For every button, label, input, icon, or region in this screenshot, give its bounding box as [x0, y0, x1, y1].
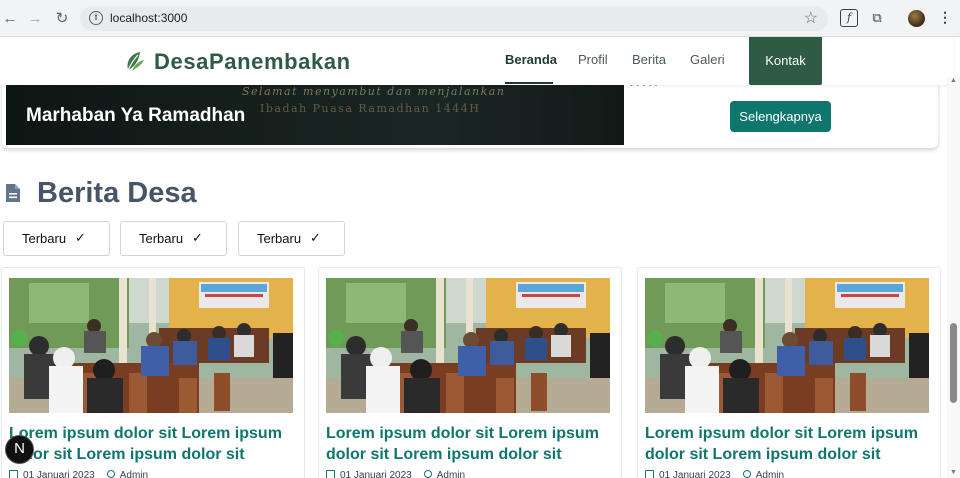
news-meta: 01 Januari 2023 Admin [645, 470, 784, 478]
web-page: Selamat menyambut dan menjalankan Ibadah… [0, 37, 960, 478]
back-arrow-icon[interactable]: ← [0, 9, 20, 29]
news-date: 01 Januari 2023 [659, 470, 731, 478]
news-image[interactable] [645, 278, 929, 413]
section-title: Berita Desa [37, 177, 197, 209]
calendar-icon [9, 470, 18, 478]
check-icon: ✓ [75, 230, 86, 245]
filter-label: Terbaru [257, 231, 302, 246]
filter-label: Terbaru [139, 231, 184, 246]
hero-greeting-line2: Ibadah Puasa Ramadhan 1444H [260, 102, 481, 115]
filter-dropdown-3[interactable]: Terbaru ✓ [238, 221, 345, 256]
filter-label: Terbaru [22, 231, 67, 246]
brand-name: DesaPanembakan [154, 49, 351, 74]
reload-icon[interactable]: ↻ [52, 9, 72, 29]
user-icon [423, 470, 432, 478]
filter-dropdown-2[interactable]: Terbaru ✓ [120, 221, 227, 256]
address-bar[interactable]: i localhost:3000 ☆ [80, 6, 828, 31]
news-date: 01 Januari 2023 [23, 470, 95, 478]
scrollbar-thumb[interactable] [950, 323, 957, 403]
nextjs-dev-badge[interactable]: N [5, 435, 34, 464]
hero-title: Marhaban Ya Ramadhan [26, 105, 246, 126]
news-title[interactable]: Lorem ipsum dolor sit Lorem ipsum dolor … [645, 423, 937, 465]
news-image[interactable] [326, 278, 610, 413]
news-author: Admin [119, 470, 149, 478]
news-title[interactable]: Lorem ipsum dolor sit Lorem ipsum dolor … [326, 423, 618, 465]
check-icon: ✓ [192, 230, 203, 245]
news-meta: 01 Januari 2023 Admin [326, 470, 465, 478]
document-icon [6, 184, 20, 202]
scroll-down-icon[interactable]: ▼ [950, 469, 957, 476]
news-date: 01 Januari 2023 [340, 470, 412, 478]
user-icon [742, 470, 751, 478]
profile-avatar[interactable] [908, 10, 925, 27]
calendar-icon [645, 470, 654, 478]
news-image[interactable] [9, 278, 293, 413]
news-author: Admin [436, 470, 466, 478]
fx-extension-icon[interactable]: f [840, 9, 858, 27]
filter-dropdown-1[interactable]: Terbaru ✓ [3, 221, 110, 256]
page-scrollbar[interactable]: ▲ ▼ [947, 77, 960, 478]
check-icon: ✓ [310, 230, 321, 245]
nav-profil[interactable]: Profil [578, 52, 608, 67]
extensions-puzzle-icon[interactable]: ⧉ [868, 9, 886, 27]
calendar-icon [326, 470, 335, 478]
read-more-button[interactable]: Selengkapnya [730, 101, 831, 132]
news-card[interactable]: Lorem ipsum dolor sit Lorem ipsum dolor … [637, 267, 941, 478]
contact-button[interactable]: Kontak [749, 37, 822, 85]
browser-toolbar: ← → ↻ i localhost:3000 ☆ f ⧉ ⋮ [0, 0, 960, 37]
news-card[interactable]: Lorem ipsum dolor sit Lorem ipsum dolor … [1, 267, 305, 478]
news-title[interactable]: Lorem ipsum dolor sit Lorem ipsum dolor … [9, 423, 301, 465]
url-text[interactable]: localhost:3000 [110, 11, 187, 25]
news-card[interactable]: Lorem ipsum dolor sit Lorem ipsum dolor … [318, 267, 622, 478]
user-icon [106, 470, 115, 478]
leaf-logo-icon [127, 52, 144, 71]
site-header: DesaPanembakan Beranda Profil Berita Gal… [0, 37, 953, 85]
news-meta: 01 Januari 2023 Admin [9, 470, 148, 478]
forward-arrow-icon[interactable]: → [25, 9, 45, 29]
nav-berita[interactable]: Berita [632, 52, 666, 67]
news-author: Admin [755, 470, 785, 478]
active-nav-underline [505, 82, 553, 84]
nav-galeri[interactable]: Galeri [690, 52, 725, 67]
scroll-up-icon[interactable]: ▲ [950, 77, 957, 84]
site-info-icon[interactable]: i [89, 11, 103, 25]
hero-greeting-line1: Selamat menyambut dan menjalankan [242, 85, 506, 98]
nav-beranda[interactable]: Beranda [505, 52, 557, 67]
bookmark-star-icon[interactable]: ☆ [804, 8, 818, 28]
kebab-menu-icon[interactable]: ⋮ [938, 9, 952, 26]
